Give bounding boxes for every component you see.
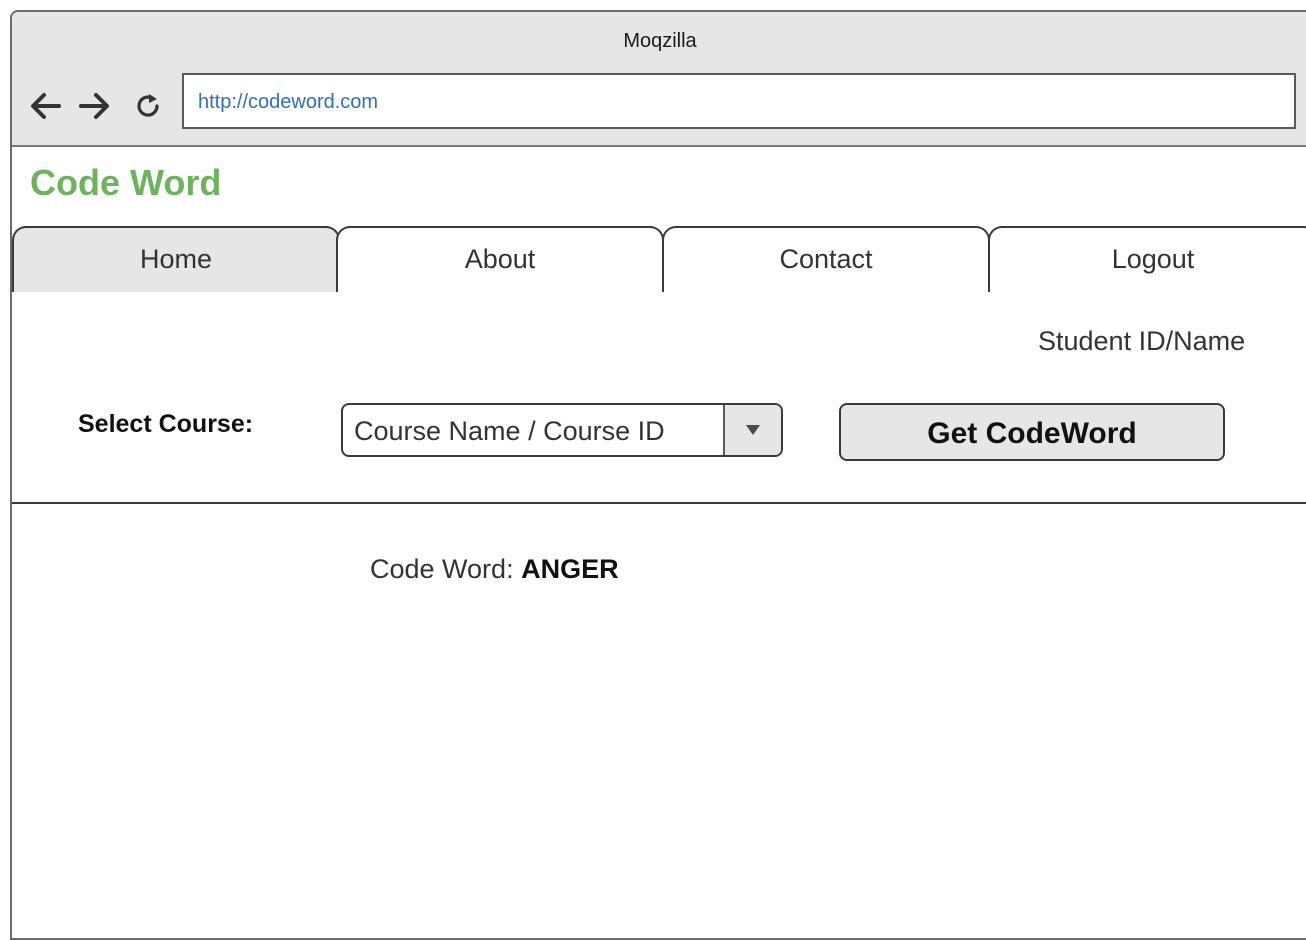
course-select[interactable]: Course Name / Course ID xyxy=(341,403,783,457)
triangle-down-icon xyxy=(746,425,760,435)
tab-home[interactable]: Home xyxy=(12,226,340,292)
address-bar[interactable]: http://codeword.com xyxy=(182,73,1296,129)
codeword-value: ANGER xyxy=(521,554,619,584)
course-select-dropdown-button[interactable] xyxy=(723,405,781,455)
codeword-label: Code Word: xyxy=(370,554,514,584)
arrow-right-icon xyxy=(79,93,109,119)
forward-button[interactable] xyxy=(78,88,112,124)
course-select-value: Course Name / Course ID xyxy=(354,416,665,446)
browser-window: Moqzilla http://codeword.com Code Word H… xyxy=(10,10,1306,940)
reload-button[interactable] xyxy=(134,88,164,124)
site-title: Code Word xyxy=(30,162,222,203)
get-codeword-button[interactable]: Get CodeWord xyxy=(839,403,1225,461)
tab-divider xyxy=(12,502,1306,504)
browser-toolbar: Moqzilla http://codeword.com xyxy=(12,12,1306,147)
select-course-label: Select Course: xyxy=(78,410,254,438)
tab-contact[interactable]: Contact xyxy=(662,226,990,292)
arrow-left-icon xyxy=(31,93,61,119)
codeword-result: Code Word: ANGER xyxy=(370,554,619,585)
student-id-name: Student ID/Name xyxy=(1038,326,1246,356)
tab-bar: Home About Contact Logout xyxy=(12,226,1306,504)
window-title: Moqzilla xyxy=(623,30,697,52)
tab-logout[interactable]: Logout xyxy=(988,226,1306,292)
back-button[interactable] xyxy=(28,88,62,124)
tab-about[interactable]: About xyxy=(336,226,664,292)
reload-icon xyxy=(137,94,159,117)
